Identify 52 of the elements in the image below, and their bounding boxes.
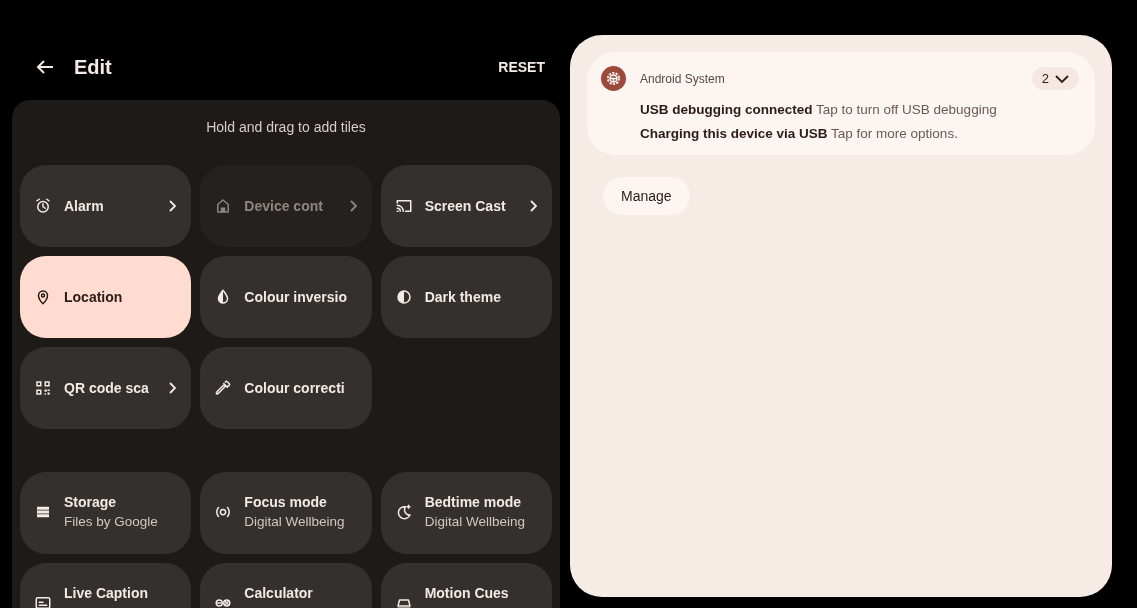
half-circle-icon	[394, 288, 413, 306]
manage-button[interactable]: Manage	[603, 177, 690, 215]
quick-settings-tile[interactable]: QR code sca	[20, 347, 192, 429]
quick-settings-tile[interactable]: Dark theme	[380, 256, 552, 338]
available-tile[interactable]: Calculator	[200, 563, 372, 608]
tile-sublabel: Digital Wellbeing	[424, 514, 525, 529]
tile-label: Device cont	[244, 198, 324, 214]
tile-label: Bedtime mode	[424, 494, 523, 510]
notification-message: USB debugging connected Tap to turn off USB debugging	[640, 102, 998, 117]
tile-label: Location	[64, 289, 124, 305]
back-arrow-icon	[36, 59, 54, 75]
available-tile[interactable]: Live Caption	[20, 563, 192, 608]
notification-card[interactable]: Android System 2 USB debugging connected Tap to turn off USB debugging Charging this device via USB Tap for more options.	[587, 52, 1095, 155]
quick-settings-tile[interactable]: Screen Cast	[380, 165, 552, 247]
tile-label: Colour inversio	[244, 289, 348, 305]
tile-label: Motion Cues	[424, 585, 509, 601]
chevron-right-icon	[528, 199, 538, 213]
tile-label: Screen Cast	[424, 198, 507, 214]
expand-button[interactable]: 2	[1031, 67, 1079, 90]
available-tile[interactable]: Bedtime mode Digital Wellbeing	[380, 472, 552, 554]
chevron-right-icon	[347, 199, 358, 213]
tile-label: Live Caption	[64, 585, 148, 601]
screen-title: Edit	[74, 55, 113, 79]
tile-sublabel: Digital Wellbeing	[244, 514, 345, 529]
chevron-down-icon	[1055, 73, 1069, 84]
chevron-right-icon	[167, 381, 178, 395]
notification-message: Charging this device via USB Tap for more options.	[640, 126, 959, 141]
available-tile[interactable]: Motion Cues	[380, 563, 552, 608]
tile-sublabel: Files by Google	[64, 514, 158, 529]
available-tile[interactable]: Focus mode Digital Wellbeing	[200, 472, 372, 554]
qr-code-icon	[34, 379, 52, 397]
tile-label: Focus mode	[244, 494, 328, 510]
quick-settings-tile[interactable]: Location	[20, 256, 192, 338]
tile-label: QR code sca	[64, 380, 150, 396]
tile-label: Colour correcti	[244, 380, 346, 396]
tile-label: Calculator	[244, 585, 313, 601]
tile-label: Alarm	[64, 198, 105, 214]
cast-icon	[394, 197, 413, 215]
eyedropper-icon	[214, 379, 233, 397]
quick-settings-tile[interactable]: Colour correcti	[200, 347, 372, 429]
tile-label: Storage	[64, 494, 118, 510]
alarm-clock-icon	[34, 197, 52, 215]
tile-label: Dark theme	[424, 289, 502, 305]
quick-settings-tile[interactable]: Alarm	[20, 165, 192, 247]
caption-icon	[34, 594, 52, 608]
reset-button[interactable]: RESET	[498, 51, 545, 83]
quick-settings-tile[interactable]: Colour inversio	[200, 256, 372, 338]
hint-text: Hold and drag to add tiles	[205, 118, 367, 137]
gear-icon	[601, 66, 626, 91]
chevron-right-icon	[167, 199, 178, 213]
app-name: Android System	[640, 71, 726, 86]
available-tile[interactable]: Storage Files by Google	[20, 472, 192, 554]
